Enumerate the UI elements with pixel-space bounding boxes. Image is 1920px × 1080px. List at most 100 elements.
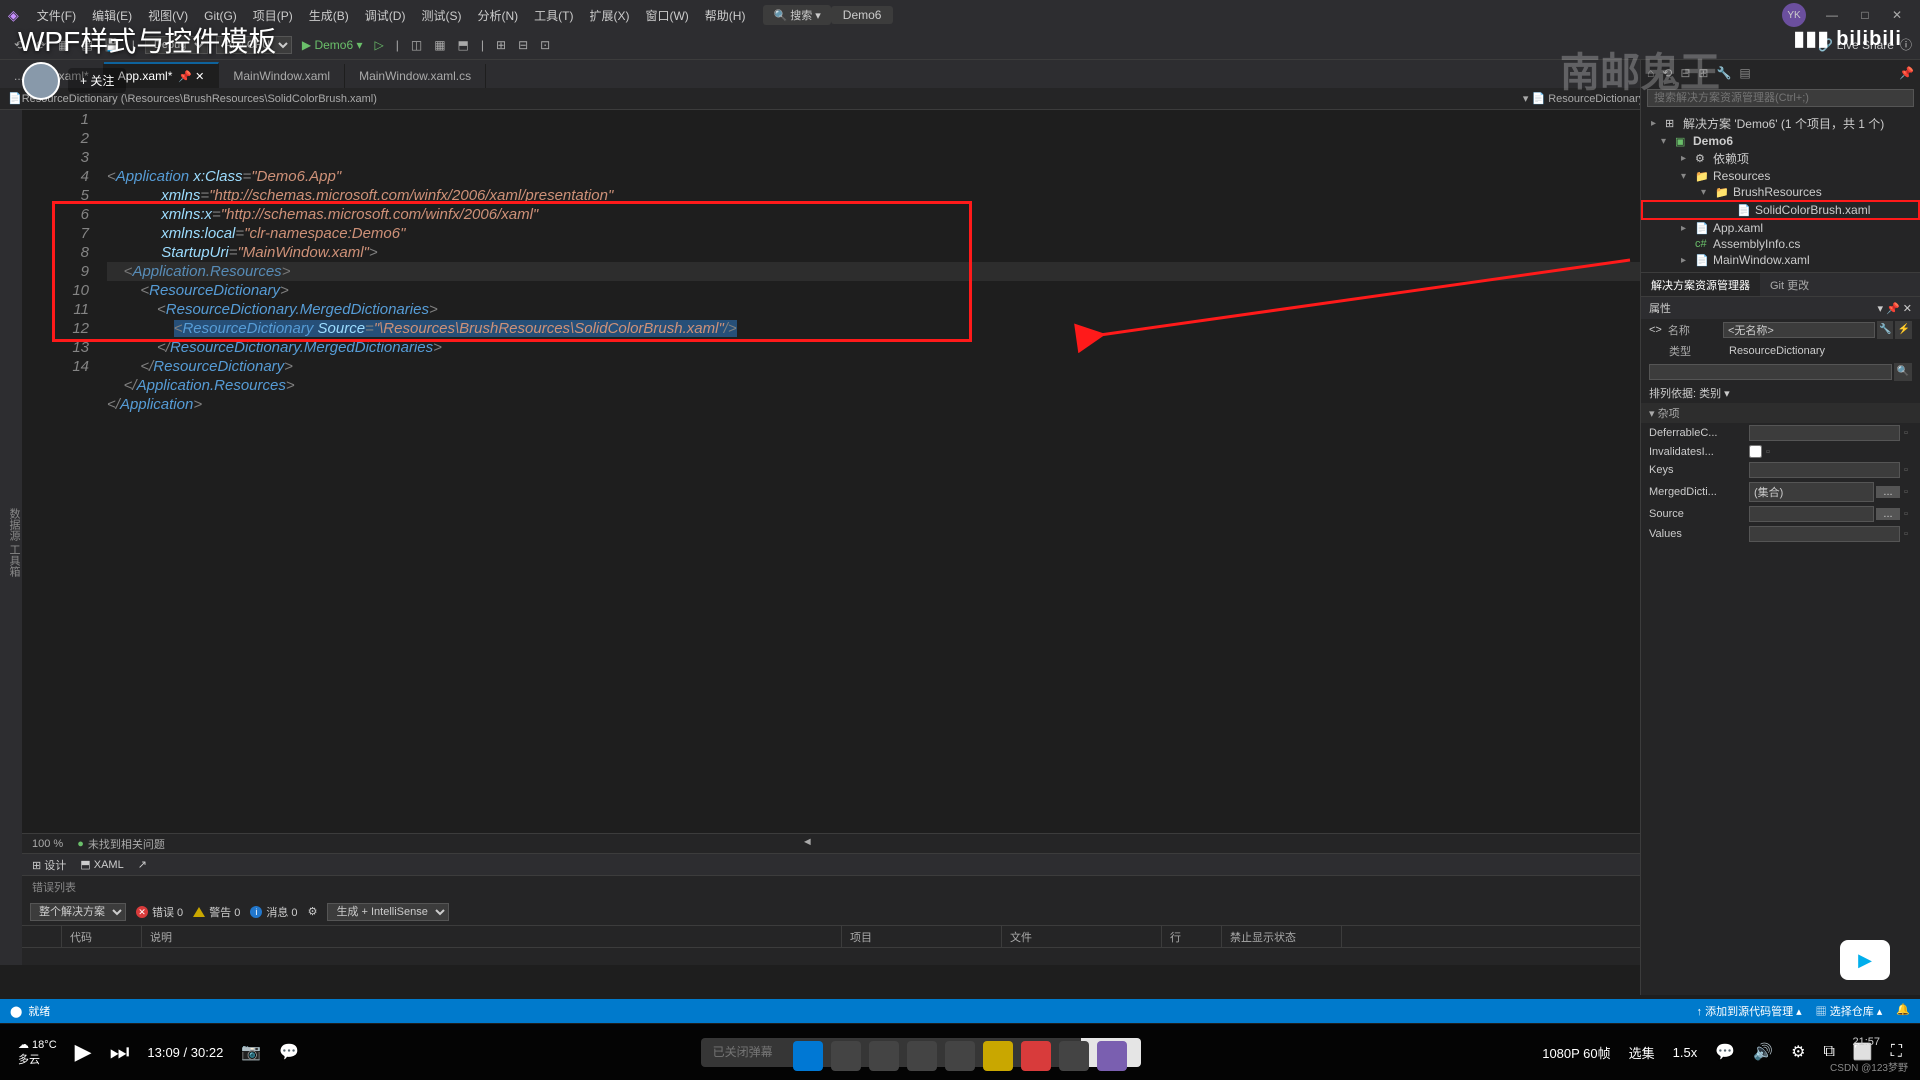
property-row[interactable]: Keys▫ bbox=[1641, 460, 1920, 480]
messages-filter[interactable]: i消息 0 bbox=[250, 904, 297, 920]
bili-tv-icon[interactable]: ▶ bbox=[1840, 940, 1890, 980]
subtitle-icon[interactable]: 💬 bbox=[1715, 1042, 1735, 1062]
open-icon[interactable]: ▤ bbox=[75, 38, 98, 52]
solidcolor-file-node[interactable]: 📄SolidColorBrush.xaml bbox=[1641, 200, 1920, 220]
menu-item[interactable]: 编辑(E) bbox=[84, 9, 140, 23]
toolbar-icon[interactable]: ⬒ bbox=[452, 38, 475, 52]
property-row[interactable]: MergedDicti...(集合)...▫ bbox=[1641, 480, 1920, 504]
sort-dropdown[interactable]: 排列依据: 类别 ▾ bbox=[1649, 385, 1730, 401]
danmu-toggle-icon[interactable]: 💬 bbox=[279, 1042, 299, 1062]
menu-item[interactable]: 帮助(H) bbox=[697, 9, 754, 23]
select-repo[interactable]: ▦ 选择仓库 ▴ bbox=[1816, 1003, 1883, 1019]
wrench-icon[interactable]: 🔧 bbox=[1877, 321, 1894, 339]
windows-taskbar[interactable] bbox=[793, 1032, 1127, 1080]
xaml-tab[interactable]: XAML bbox=[94, 859, 124, 871]
deps-node[interactable]: 依赖项 bbox=[1713, 150, 1749, 167]
mainwin-node[interactable]: MainWindow.xaml bbox=[1713, 253, 1810, 267]
breadcrumb-left[interactable]: ResourceDictionary (\Resources\BrushReso… bbox=[22, 93, 377, 105]
explorer-tab[interactable]: 解决方案资源管理器 bbox=[1641, 273, 1760, 297]
warnings-filter[interactable]: 警告 0 bbox=[193, 904, 240, 920]
error-col-header[interactable]: 文件 bbox=[1002, 926, 1162, 947]
error-col-header[interactable]: 行 bbox=[1162, 926, 1222, 947]
git-tab[interactable]: Git 更改 bbox=[1760, 273, 1819, 297]
view-icon[interactable]: ▤ bbox=[1739, 66, 1750, 80]
play-button[interactable]: ▶ bbox=[75, 1039, 92, 1065]
ellipsis-button[interactable]: ... bbox=[1876, 486, 1900, 498]
property-row[interactable]: Values▫ bbox=[1641, 524, 1920, 544]
property-row[interactable]: DeferrableC...▫ bbox=[1641, 423, 1920, 443]
notif-icon[interactable]: 🔔 bbox=[1896, 1003, 1910, 1019]
user-avatar[interactable]: YK bbox=[1782, 3, 1806, 27]
resources-node[interactable]: Resources bbox=[1713, 169, 1770, 183]
minimize-button[interactable]: — bbox=[1816, 8, 1848, 22]
volume-icon[interactable]: 🔊 bbox=[1753, 1042, 1773, 1062]
toolbar-icon[interactable]: ⊟ bbox=[512, 38, 534, 52]
error-col-header[interactable]: 禁止显示状态 bbox=[1222, 926, 1342, 947]
run-noattach-icon[interactable]: ▷ bbox=[369, 38, 390, 52]
config-dropdown[interactable]: Debug bbox=[145, 36, 208, 54]
camera-icon[interactable]: 📷 bbox=[241, 1042, 261, 1062]
solution-tree[interactable]: ▸⊞解决方案 'Demo6' (1 个项目，共 1 个) ▾▣Demo6 ▸⚙依… bbox=[1641, 110, 1920, 272]
name-input[interactable] bbox=[1723, 322, 1875, 338]
run-button[interactable]: ▶ Demo6 ▾ bbox=[296, 38, 369, 52]
menu-search[interactable]: 🔍 搜索 ▾ bbox=[763, 5, 830, 25]
uploader-avatar[interactable] bbox=[22, 62, 60, 100]
props-search[interactable] bbox=[1649, 364, 1892, 380]
next-button[interactable]: ⏭ bbox=[110, 1039, 130, 1065]
pin-icon[interactable]: 📌 bbox=[1899, 66, 1914, 80]
editor-tab[interactable]: MainWindow.xaml bbox=[219, 64, 345, 88]
new-file-icon[interactable]: ▦ bbox=[52, 38, 75, 52]
project-node[interactable]: Demo6 bbox=[1693, 134, 1733, 148]
left-tool-strip[interactable]: 数据源 工具箱 bbox=[0, 110, 22, 965]
error-col-header[interactable]: 项目 bbox=[842, 926, 1002, 947]
menu-item[interactable]: 扩展(X) bbox=[581, 9, 637, 23]
scroll-left-icon[interactable]: ◄ bbox=[802, 836, 813, 852]
menu-item[interactable]: 工具(T) bbox=[526, 9, 581, 23]
maximize-button[interactable]: □ bbox=[1851, 8, 1878, 22]
quality-button[interactable]: 1080P 60帧 bbox=[1542, 1043, 1610, 1062]
appxaml-node[interactable]: App.xaml bbox=[1713, 221, 1763, 235]
speed-button[interactable]: 1.5x bbox=[1673, 1045, 1698, 1060]
solution-pill[interactable]: Demo6 bbox=[831, 6, 894, 24]
collection-button[interactable]: 选集 bbox=[1629, 1043, 1655, 1062]
property-row[interactable]: Source...▫ bbox=[1641, 504, 1920, 524]
code-editor[interactable]: 1234567891011121314 <Application x:Class… bbox=[22, 110, 1920, 965]
menu-item[interactable]: 生成(B) bbox=[301, 9, 357, 23]
menu-item[interactable]: 窗口(W) bbox=[637, 9, 696, 23]
error-col-header[interactable]: 代码 bbox=[62, 926, 142, 947]
add-source-control[interactable]: ↑ 添加到源代码管理 ▴ bbox=[1697, 1003, 1802, 1019]
zoom-level[interactable]: 100 % bbox=[32, 838, 63, 850]
toolbar-icon[interactable]: ⊡ bbox=[534, 38, 556, 52]
toolbar-icon[interactable]: ◫ bbox=[405, 38, 428, 52]
editor-tab[interactable]: MainWindow.xaml.cs bbox=[345, 64, 486, 88]
follow-button[interactable]: + 关注 bbox=[68, 68, 126, 93]
toolbar-icon[interactable]: ⊞ bbox=[490, 38, 512, 52]
nav-fwd-icon[interactable]: ⟳ bbox=[30, 38, 52, 52]
brush-folder-node[interactable]: BrushResources bbox=[1733, 185, 1822, 199]
toolbar-icon[interactable]: ▦ bbox=[428, 38, 451, 52]
error-col-header[interactable] bbox=[22, 926, 62, 947]
menu-item[interactable]: 分析(N) bbox=[469, 9, 526, 23]
nav-back-icon[interactable]: ⟲ bbox=[8, 38, 30, 52]
build-dropdown[interactable]: 生成 + IntelliSense bbox=[327, 903, 449, 921]
menu-item[interactable]: 调试(D) bbox=[357, 9, 414, 23]
close-tab-icon[interactable]: 📌 ✕ bbox=[178, 70, 204, 83]
errors-filter[interactable]: ✕错误 0 bbox=[136, 904, 183, 920]
issues-text[interactable]: 未找到相关问题 bbox=[88, 836, 165, 852]
solution-node[interactable]: 解决方案 'Demo6' (1 个项目，共 1 个) bbox=[1683, 115, 1884, 132]
platform-dropdown[interactable]: Any CPU bbox=[216, 36, 292, 54]
prop-group[interactable]: 杂项 bbox=[1658, 408, 1680, 420]
bolt-icon[interactable]: ⚡ bbox=[1895, 321, 1912, 339]
ellipsis-button[interactable]: ... bbox=[1876, 508, 1900, 520]
asm-node[interactable]: AssemblyInfo.cs bbox=[1713, 237, 1800, 251]
popout-icon[interactable]: ↗ bbox=[138, 858, 147, 871]
menu-item[interactable]: 视图(V) bbox=[140, 9, 196, 23]
design-tab[interactable]: 设计 bbox=[44, 860, 66, 872]
menu-item[interactable]: 文件(F) bbox=[29, 9, 84, 23]
build-filter[interactable]: ⚙ bbox=[308, 905, 318, 918]
close-button[interactable]: ✕ bbox=[1882, 8, 1912, 22]
scope-dropdown[interactable]: 整个解决方案 bbox=[30, 903, 126, 921]
menu-item[interactable]: Git(G) bbox=[196, 9, 245, 23]
property-row[interactable]: InvalidatesI...▫ bbox=[1641, 443, 1920, 460]
system-clock[interactable]: 21:57 bbox=[1852, 1036, 1880, 1048]
